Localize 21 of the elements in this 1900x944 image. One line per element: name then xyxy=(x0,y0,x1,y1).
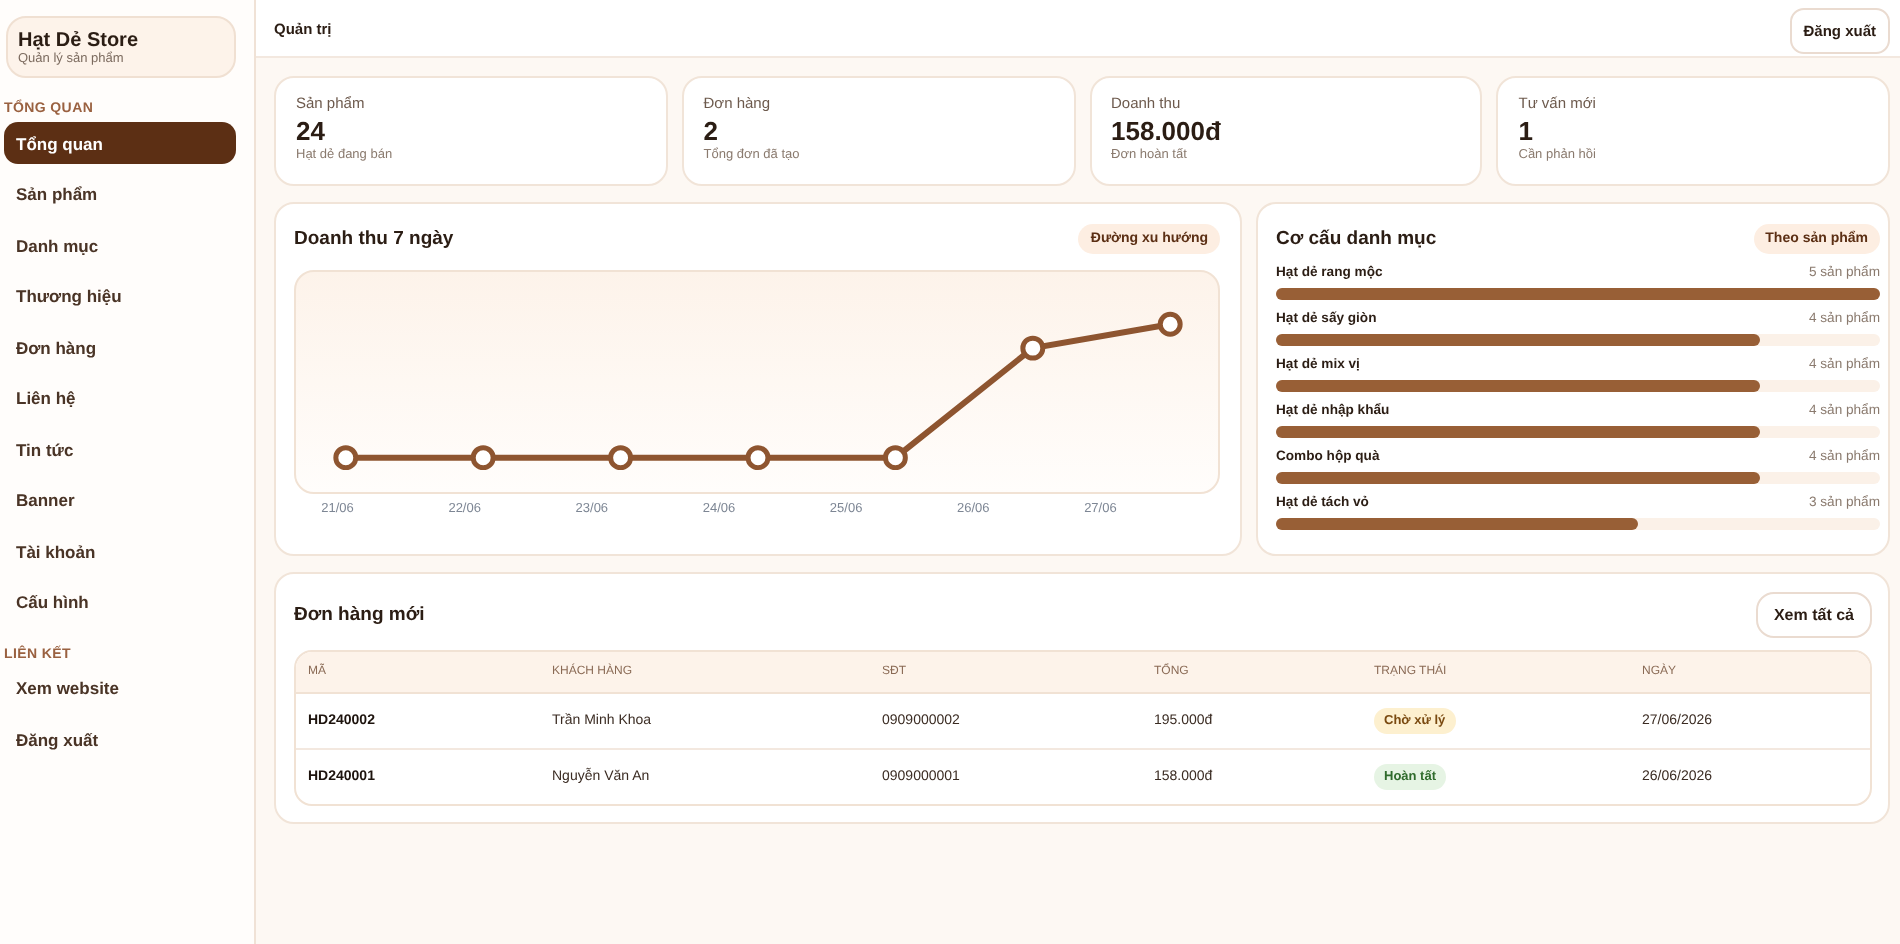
nav-item[interactable]: Tin tức xyxy=(4,428,236,470)
panel-title: Đơn hàng mới xyxy=(294,604,425,626)
nav-item[interactable]: Tổng quan xyxy=(4,122,236,164)
stat-value: 1 xyxy=(1518,116,1533,146)
brand-title: Hạt Dẻ Store xyxy=(18,30,141,52)
nav-item[interactable]: Tài khoản xyxy=(4,530,236,572)
nav-item[interactable]: Danh mục xyxy=(4,224,236,266)
nav-item[interactable]: Sản phẩm xyxy=(4,173,236,215)
nav-item[interactable]: Banner xyxy=(4,479,236,521)
nav-item[interactable]: Thương hiệu xyxy=(4,275,236,317)
nav-item[interactable]: Liên hệ xyxy=(4,377,236,419)
stat-value: 2 xyxy=(703,116,718,146)
panel-title: Doanh thu 7 ngày xyxy=(294,228,454,250)
nav-item[interactable]: Đơn hàng xyxy=(4,326,236,368)
panel-title: Cơ cấu danh mục xyxy=(1276,228,1437,250)
stat-value: 24 xyxy=(296,116,325,146)
nav-item[interactable]: Xem website xyxy=(4,667,236,709)
stat-value: 158.000đ xyxy=(1111,116,1221,146)
nav-item[interactable]: Cấu hình xyxy=(4,581,236,623)
nav-item[interactable]: Đăng xuất xyxy=(4,718,236,760)
view-all-button[interactable]: Xem tất cả xyxy=(1755,592,1872,638)
